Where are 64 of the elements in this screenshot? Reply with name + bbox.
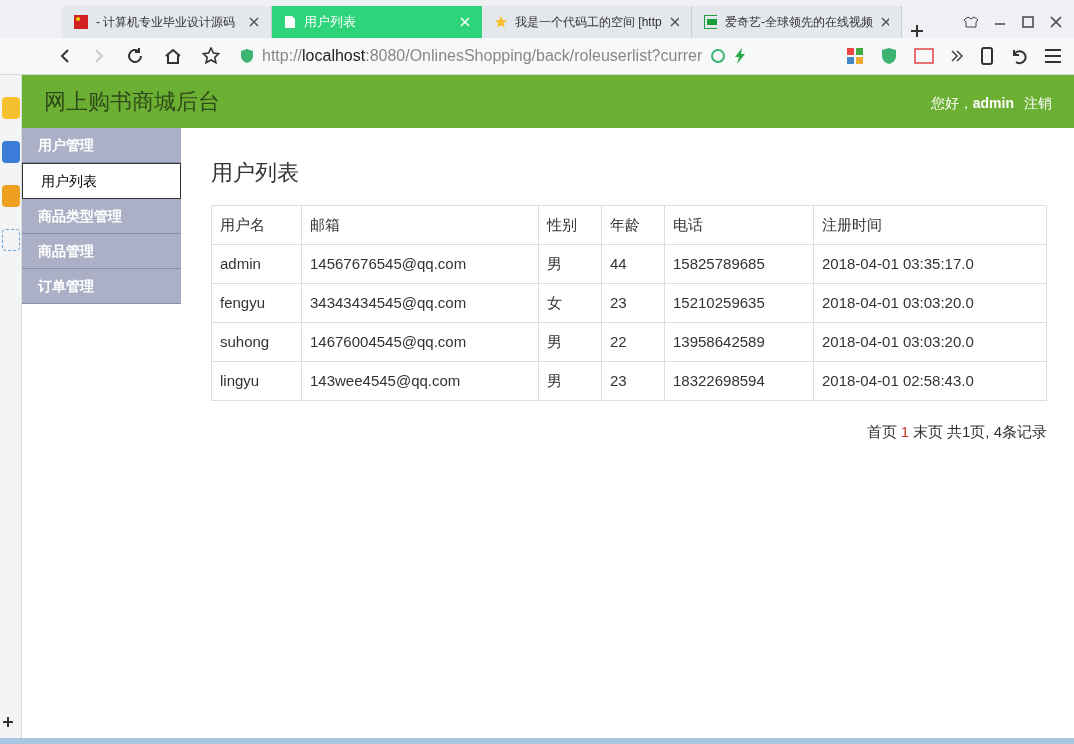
menu-item[interactable]: 用户列表 — [22, 163, 181, 199]
browser-tab[interactable]: 我是一个代码工的空间 [http — [482, 6, 692, 38]
menu-icon[interactable] — [1044, 48, 1062, 64]
plus-icon[interactable] — [2, 716, 14, 728]
table-cell: 44 — [601, 244, 665, 284]
table-cell: 22 — [601, 322, 665, 362]
phone-icon[interactable] — [980, 47, 994, 65]
home-icon[interactable] — [164, 47, 182, 65]
star-icon[interactable] — [202, 47, 220, 65]
shield-icon — [240, 49, 254, 63]
table-cell: 143wee4545@qq.com — [301, 361, 539, 401]
table-cell: 13958642589 — [664, 322, 814, 362]
column-header: 电话 — [664, 205, 814, 245]
table-cell: 14676004545@qq.com — [301, 322, 539, 362]
first-page-link[interactable]: 首页 — [866, 421, 897, 444]
column-header: 邮箱 — [301, 205, 539, 245]
table-cell: 2018-04-01 02:58:43.0 — [813, 361, 1047, 401]
reload-icon[interactable] — [126, 47, 144, 65]
flag-icon — [74, 15, 88, 29]
browser-tab[interactable]: - 计算机专业毕业设计源码 — [62, 6, 272, 38]
table-cell: 男 — [538, 361, 602, 401]
browser-tab[interactable]: 爱奇艺-全球领先的在线视频 — [692, 6, 902, 38]
greeting-text: 您好，admin — [930, 94, 1014, 113]
page-number-link[interactable]: 1 — [900, 421, 909, 444]
shirt-icon[interactable] — [964, 16, 978, 28]
plus-icon — [910, 24, 924, 38]
page-title: 用户列表 — [211, 159, 300, 187]
table-cell: fengyu — [211, 283, 302, 323]
close-icon[interactable] — [249, 17, 259, 27]
column-header: 性别 — [538, 205, 602, 245]
column-header: 年龄 — [601, 205, 665, 245]
more-icon[interactable] — [950, 49, 964, 63]
lightning-icon[interactable] — [734, 48, 747, 64]
table-cell: 15210259635 — [664, 283, 814, 323]
undo-icon[interactable] — [1010, 47, 1028, 65]
table-cell: 男 — [538, 322, 602, 362]
table-cell: 2018-04-01 03:03:20.0 — [813, 322, 1047, 362]
column-header: 注册时间 — [813, 205, 1047, 245]
table-cell: suhong — [211, 322, 302, 362]
table-cell: 23 — [601, 283, 665, 323]
table-cell: 23 — [601, 361, 665, 401]
video-icon — [704, 15, 717, 29]
table-cell: admin — [211, 244, 302, 284]
close-icon[interactable] — [1050, 16, 1062, 28]
table-cell: 2018-04-01 03:03:20.0 — [813, 283, 1047, 323]
column-header: 用户名 — [211, 205, 302, 245]
table-cell: 15825789685 — [664, 244, 814, 284]
table-cell: 男 — [538, 244, 602, 284]
site-title: 网上购书商城后台 — [44, 88, 220, 116]
close-icon[interactable] — [669, 17, 679, 27]
page-icon — [284, 15, 296, 29]
table-cell: 14567676545@qq.com — [301, 244, 539, 284]
table-cell: lingyu — [211, 361, 302, 401]
maximize-icon[interactable] — [1022, 16, 1034, 28]
page-summary: 共1页, 4条记录 — [946, 422, 1047, 442]
table-cell: 34343434545@qq.com — [301, 283, 539, 323]
table-cell: 18322698594 — [664, 361, 814, 401]
table-cell: 女 — [538, 283, 602, 323]
back-icon[interactable] — [58, 48, 72, 64]
star-icon — [494, 15, 507, 29]
close-icon[interactable] — [880, 17, 889, 27]
apps-icon[interactable] — [846, 47, 864, 65]
table-cell: 2018-04-01 03:35:17.0 — [813, 244, 1047, 284]
last-page-link[interactable]: 末页 — [912, 421, 943, 444]
